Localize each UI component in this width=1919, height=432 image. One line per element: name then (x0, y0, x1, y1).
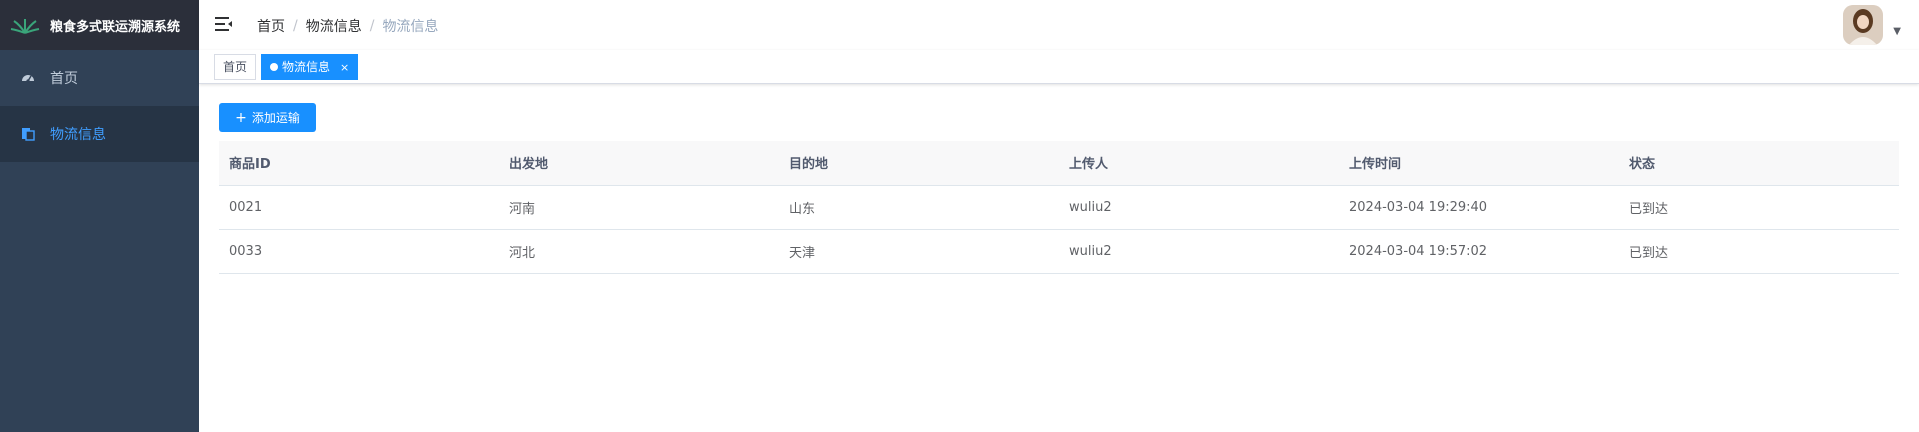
column-header-destination: 目的地 (779, 141, 1059, 186)
add-transport-button[interactable]: + 添加运输 (219, 103, 316, 132)
cell-product-id: 0033 (219, 229, 499, 274)
add-transport-label: 添加运输 (251, 111, 300, 125)
cell-uploader: wuliu2 (1059, 185, 1339, 230)
close-icon[interactable]: × (340, 61, 349, 74)
sidebar-item-logistics[interactable]: 物流信息 (0, 106, 199, 162)
cell-origin: 河北 (499, 229, 779, 274)
breadcrumb-item-home[interactable]: 首页 (257, 16, 285, 36)
cell-destination: 山东 (779, 185, 1059, 230)
cell-status: 已到达 (1619, 229, 1899, 274)
tag-home[interactable]: 首页 (214, 54, 257, 80)
caret-down-icon[interactable]: ▼ (1893, 26, 1901, 37)
brand: 粮食多式联运溯源系统 (0, 0, 199, 50)
breadcrumb-item-current: 物流信息 (382, 19, 439, 35)
tags-view: 首页 物流信息 × (199, 50, 1919, 84)
column-header-uploader: 上传人 (1059, 141, 1339, 186)
table-header-row: 商品ID 出发地 目的地 上传人 上传时间 状态 (219, 141, 1899, 186)
sidebar-item-label: 物流信息 (50, 127, 106, 143)
avatar[interactable] (1843, 5, 1884, 45)
logistics-table: 商品ID 出发地 目的地 上传人 上传时间 状态 0021 河南 山东 wuli… (219, 141, 1899, 274)
tag-label: 物流信息 (282, 60, 331, 74)
hamburger-icon[interactable] (215, 16, 233, 32)
cell-destination: 天津 (779, 229, 1059, 274)
column-header-origin: 出发地 (499, 141, 779, 186)
user-menu[interactable]: ▼ (1843, 5, 1901, 45)
plus-icon: + (235, 109, 247, 126)
breadcrumb-separator: / (369, 18, 375, 34)
active-dot-icon (270, 62, 278, 71)
cell-upload-time: 2024-03-04 19:57:02 (1339, 229, 1619, 274)
documents-icon (20, 126, 36, 142)
tag-logistics[interactable]: 物流信息 × (261, 54, 359, 80)
column-header-status: 状态 (1619, 141, 1899, 186)
breadcrumb-item-logistics[interactable]: 物流信息 (306, 16, 362, 36)
cell-product-id: 0021 (219, 185, 499, 230)
dashboard-icon (20, 70, 36, 86)
logo-icon (10, 19, 40, 34)
cell-upload-time: 2024-03-04 19:29:40 (1339, 185, 1619, 230)
column-header-product-id: 商品ID (219, 141, 499, 186)
cell-origin: 河南 (499, 185, 779, 230)
breadcrumb-separator: / (293, 18, 298, 34)
sidebar-item-label: 首页 (50, 71, 78, 87)
sidebar-item-home[interactable]: 首页 (0, 50, 199, 106)
table-row[interactable]: 0033 河北 天津 wuliu2 2024-03-04 19:57:02 已到… (219, 229, 1899, 274)
breadcrumb: 首页 / 物流信息 / 物流信息 (257, 16, 438, 36)
cell-uploader: wuliu2 (1059, 229, 1339, 274)
cell-status: 已到达 (1619, 185, 1899, 230)
navbar: 首页 / 物流信息 / 物流信息 ▼ (199, 0, 1919, 50)
app-title: 粮食多式联运溯源系统 (50, 19, 181, 35)
table-row[interactable]: 0021 河南 山东 wuliu2 2024-03-04 19:29:40 已到… (219, 185, 1899, 230)
sidebar: 粮食多式联运溯源系统 首页 物流信息 (0, 0, 199, 432)
column-header-upload-time: 上传时间 (1339, 141, 1619, 186)
